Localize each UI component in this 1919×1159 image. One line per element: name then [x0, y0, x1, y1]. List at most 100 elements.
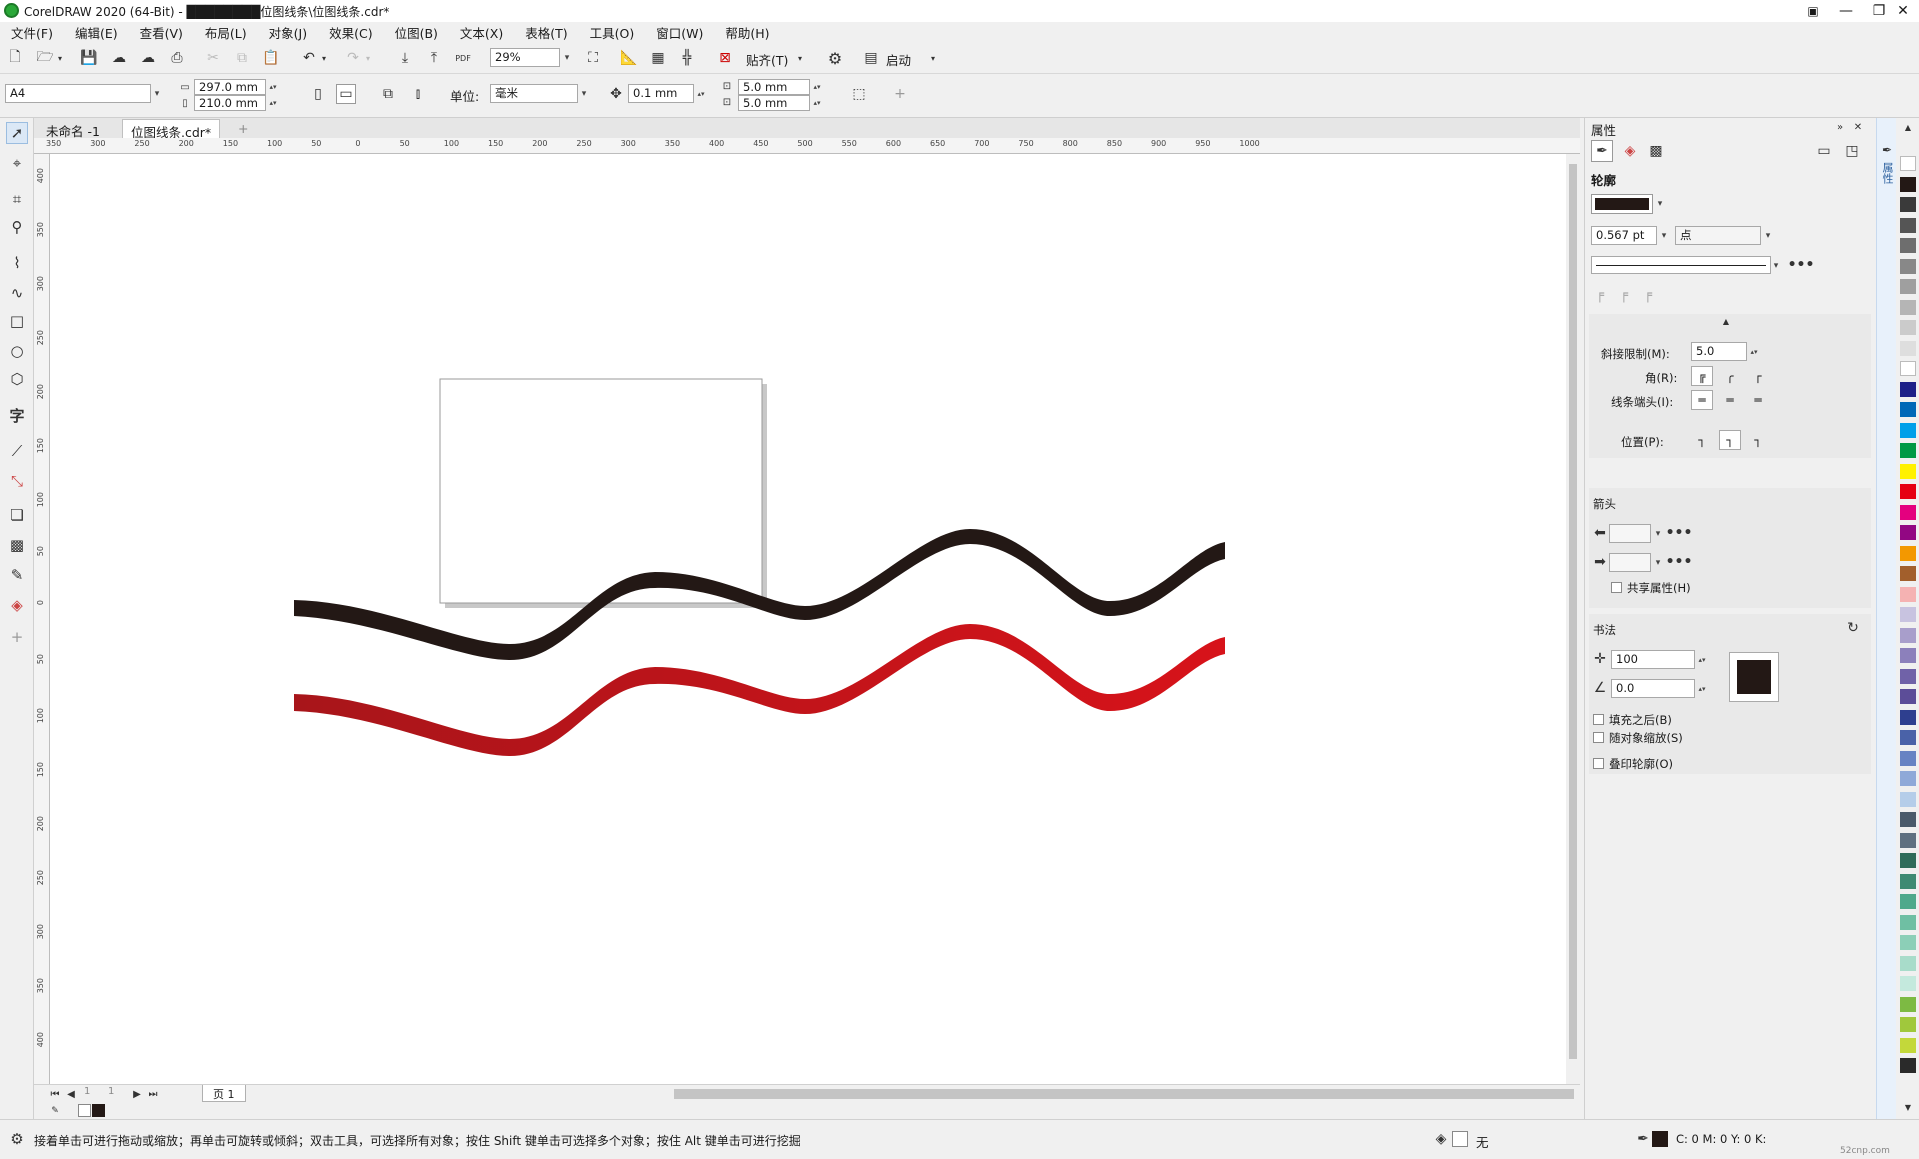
palette-swatch[interactable]	[1900, 176, 1916, 192]
menu-tools[interactable]: 工具(O)	[579, 23, 646, 42]
zoom-tool-icon[interactable]: ⚲	[6, 216, 28, 238]
zoom-input[interactable]: 29%	[490, 48, 560, 67]
vertical-scrollbar[interactable]	[1566, 154, 1580, 1084]
minimize-button[interactable]: —	[1829, 0, 1863, 22]
crop-tool-icon[interactable]: ⌗	[6, 188, 28, 210]
page-size-dropdown-icon[interactable]: ▾	[150, 84, 164, 103]
pdf-icon[interactable]: PDF	[452, 48, 474, 68]
prev-page-icon[interactable]: ◀	[64, 1086, 78, 1102]
cap-butt-button[interactable]: ═	[1691, 390, 1713, 410]
line-style-select[interactable]	[1591, 256, 1771, 274]
status-gear-icon[interactable]: ⚙	[8, 1130, 26, 1148]
redo-dropdown-icon[interactable]: ▾	[363, 48, 373, 68]
nudge-spinner[interactable]: ▴▾	[694, 84, 708, 103]
palette-swatch[interactable]	[1900, 484, 1916, 499]
position-inside-button[interactable]: ┐	[1747, 430, 1769, 450]
duplicate-x-spinner[interactable]: ▴▾	[810, 79, 824, 95]
redo-icon[interactable]: ↷	[342, 48, 364, 68]
docker-option2-icon[interactable]: ◳	[1841, 140, 1863, 162]
palette-swatch[interactable]	[1900, 607, 1916, 622]
palette-swatch[interactable]	[1900, 402, 1916, 417]
palette-swatch[interactable]	[1900, 709, 1916, 725]
menu-window[interactable]: 窗口(W)	[645, 23, 714, 42]
menu-text[interactable]: 文本(X)	[449, 23, 514, 42]
palette-swatch[interactable]	[1900, 832, 1916, 848]
palette-swatch[interactable]	[1900, 156, 1916, 171]
undo-icon[interactable]: ↶	[298, 48, 320, 68]
line-style-more-icon[interactable]: •••	[1788, 256, 1815, 274]
cut-icon[interactable]: ✂	[202, 48, 224, 68]
horizontal-ruler[interactable]: 350 300 250 200 150 100 50 0 50 100 150 200 250 300 35…	[34, 138, 1580, 154]
copy-icon[interactable]: ⧉	[231, 48, 253, 68]
options-gear-icon[interactable]: ⚙	[824, 48, 846, 68]
page-width-spinner[interactable]: ▴▾	[266, 79, 280, 95]
docker-option1-icon[interactable]: ▭	[1813, 140, 1835, 162]
menu-bitmaps[interactable]: 位图(B)	[384, 23, 449, 42]
reset-calligraphy-icon[interactable]: ↻	[1845, 620, 1861, 636]
duplicate-y-spinner[interactable]: ▴▾	[810, 95, 824, 111]
export-icon[interactable]: ⤒	[423, 48, 445, 68]
stretch-input[interactable]: 100	[1611, 650, 1695, 669]
palette-swatch[interactable]	[1900, 422, 1916, 438]
palette-swatch[interactable]	[1900, 463, 1916, 479]
palette-scroll-up-icon[interactable]: ▲	[1900, 120, 1916, 134]
docker-close-icon[interactable]: ✕	[1851, 120, 1865, 134]
rectangle-tool-icon[interactable]: □	[6, 310, 28, 332]
page-tab-1[interactable]: 页 1	[202, 1085, 246, 1102]
end-arrow-dropdown-icon[interactable]: ▾	[1651, 553, 1665, 572]
all-pages-icon[interactable]: ⧉	[378, 84, 398, 104]
collapse-arrow[interactable]: ▲	[1589, 314, 1871, 328]
drawing-canvas[interactable]	[50, 154, 1566, 1084]
cloud-upload-icon[interactable]: ☁	[108, 48, 130, 68]
first-page-icon[interactable]: ⏮	[48, 1086, 62, 1102]
eyedropper-icon[interactable]: ✎	[6, 564, 28, 586]
side-tab-properties[interactable]: 属性	[1880, 162, 1894, 184]
palette-swatch[interactable]	[1900, 381, 1916, 397]
launch-label[interactable]: 启动	[886, 50, 911, 69]
polygon-tool-icon[interactable]: ⬡	[6, 368, 28, 390]
palette-swatch[interactable]	[1900, 689, 1916, 704]
cloud-sync-icon[interactable]: ☁	[137, 48, 159, 68]
menu-effects[interactable]: 效果(C)	[318, 23, 383, 42]
share-attributes-checkbox[interactable]	[1611, 582, 1622, 593]
start-arrow-select[interactable]	[1609, 524, 1651, 543]
zoom-dropdown-icon[interactable]: ▾	[560, 48, 574, 67]
start-arrow-more-icon[interactable]: •••	[1666, 524, 1693, 542]
collapse-up-icon[interactable]: ▲	[1719, 314, 1733, 328]
corner-miter-button[interactable]: ╔	[1691, 366, 1713, 386]
ellipse-tool-icon[interactable]: ○	[6, 340, 28, 362]
paste-icon[interactable]: 📋	[260, 48, 282, 68]
palette-swatch[interactable]	[1900, 197, 1916, 212]
text-tool-icon[interactable]: 字	[6, 404, 28, 426]
vertical-ruler[interactable]: 400 350 300 250 200 150 100 50 0 50 100 150 200 250 30…	[34, 154, 50, 1084]
outline-width-input[interactable]: 0.567 pt	[1591, 226, 1657, 245]
palette-swatch[interactable]	[1900, 1037, 1916, 1053]
print-icon[interactable]: ⎙	[166, 48, 188, 68]
palette-swatch[interactable]	[1900, 258, 1916, 274]
show-grid-icon[interactable]: ▦	[647, 48, 669, 68]
position-outside-button[interactable]: ┐	[1691, 430, 1713, 450]
palette-swatch[interactable]	[1900, 566, 1916, 581]
outline-color-dropdown-icon[interactable]: ▾	[1653, 194, 1667, 213]
angle-spinner[interactable]: ▴▾	[1695, 679, 1709, 698]
palette-swatch[interactable]	[1900, 443, 1916, 458]
menu-object[interactable]: 对象(J)	[258, 23, 318, 42]
outline-unit-select[interactable]: 点	[1675, 226, 1761, 245]
fill-after-checkbox[interactable]	[1593, 714, 1604, 725]
palette-swatch[interactable]	[1900, 730, 1916, 745]
add-icon[interactable]: +	[890, 84, 910, 104]
add-tool-icon[interactable]: +	[6, 626, 28, 648]
palette-swatch[interactable]	[1900, 545, 1916, 561]
last-page-icon[interactable]: ⏭	[146, 1086, 160, 1102]
start-arrow-dropdown-icon[interactable]: ▾	[1651, 524, 1665, 543]
user-icon[interactable]: ▣	[1796, 0, 1830, 22]
page-size-select[interactable]: A4	[5, 84, 151, 103]
units-dropdown-icon[interactable]: ▾	[577, 84, 591, 103]
interactive-fill-icon[interactable]: ◈	[6, 594, 28, 616]
cap-round-button[interactable]: ═	[1719, 390, 1741, 410]
close-button[interactable]: ✕	[1886, 0, 1919, 22]
save-icon[interactable]: 💾	[78, 48, 100, 68]
palette-swatch[interactable]	[1900, 1058, 1916, 1073]
cap-square-button[interactable]: ═	[1747, 390, 1769, 410]
outline-tab-icon[interactable]: ✒	[1591, 140, 1613, 162]
